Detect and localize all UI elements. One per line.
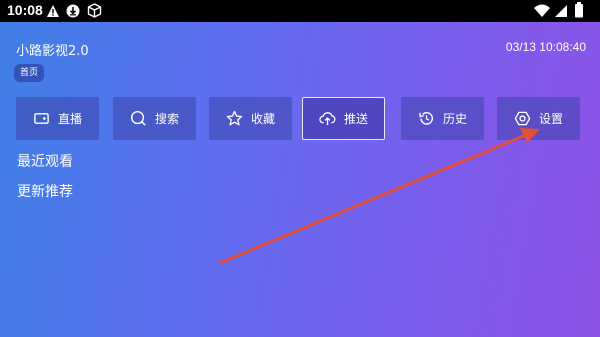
annotation-arrow (218, 128, 540, 265)
